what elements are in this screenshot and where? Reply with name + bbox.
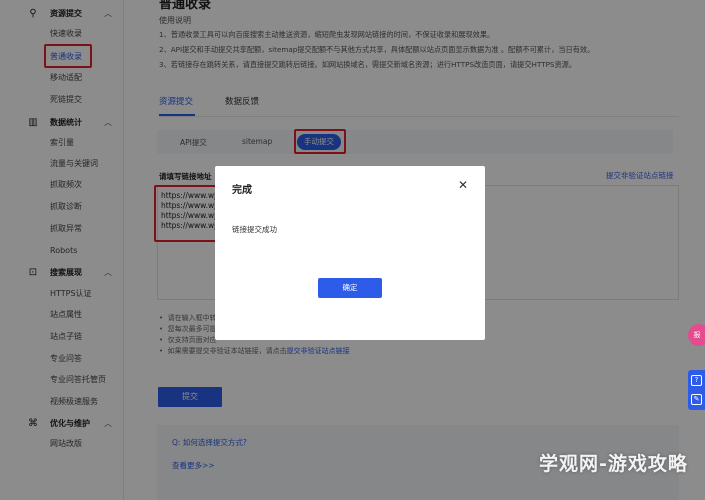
close-icon[interactable]: ✕ [458, 178, 468, 192]
help-icon[interactable]: ? [691, 375, 702, 386]
dialog-title: 完成 [232, 185, 252, 196]
feedback-edit-icon[interactable]: ✎ [691, 394, 702, 405]
success-dialog: 完成 ✕ 链接提交成功 确定 [215, 166, 485, 340]
watermark: 学观网-游戏攻略 [539, 453, 688, 475]
floating-report-button[interactable]: 报 [688, 324, 705, 346]
confirm-button[interactable]: 确定 [318, 278, 382, 298]
dialog-message: 链接提交成功 [232, 225, 277, 234]
floating-help-panel: ? ✎ [688, 370, 705, 410]
